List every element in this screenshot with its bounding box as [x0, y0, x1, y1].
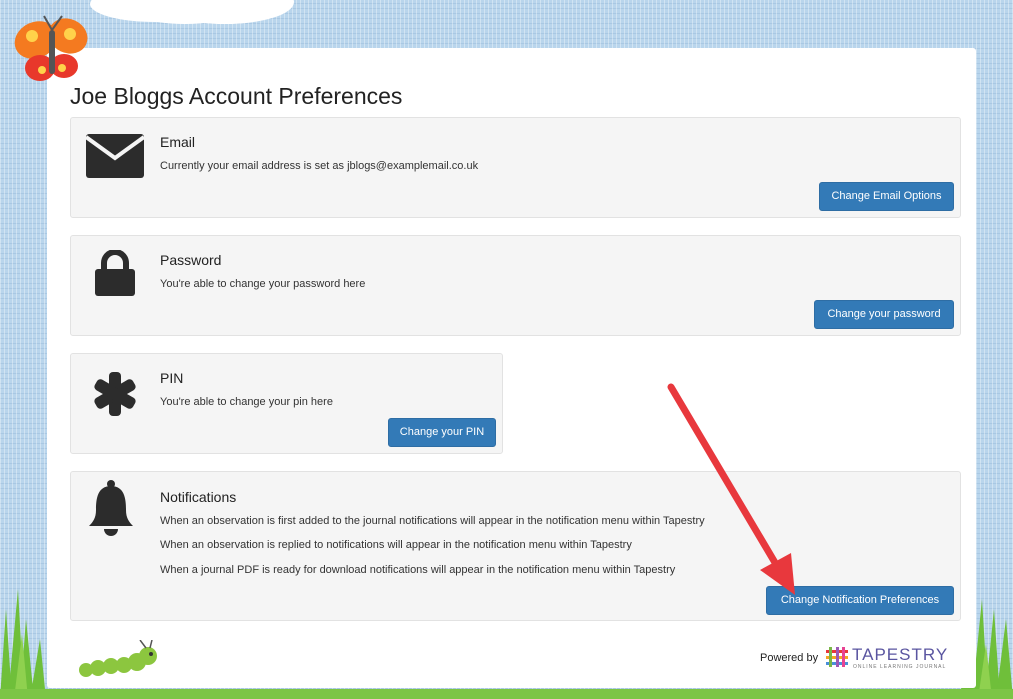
email-card: Email Currently your email address is se… [70, 117, 961, 218]
powered-by-label: Powered by [760, 652, 819, 664]
change-password-button[interactable]: Change your password [814, 300, 954, 329]
change-email-options-button[interactable]: Change Email Options [819, 182, 954, 211]
notifications-heading: Notifications [160, 489, 237, 505]
pin-description: You're able to change your pin here [160, 396, 333, 408]
tapestry-grid-icon [826, 647, 848, 667]
page-title: Joe Bloggs Account Preferences [70, 83, 403, 109]
tapestry-logo: TAPESTRY ONLINE LEARNING JOURNAL [826, 645, 947, 673]
tapestry-tagline: ONLINE LEARNING JOURNAL [853, 664, 947, 670]
notification-description-1: When an observation is first added to th… [160, 515, 705, 527]
change-pin-button[interactable]: Change your PIN [388, 418, 496, 447]
email-heading: Email [160, 134, 196, 150]
pin-card: PIN You're able to change your pin here … [70, 353, 503, 454]
tapestry-wordmark: TAPESTRY [852, 645, 949, 664]
password-heading: Password [160, 252, 222, 268]
password-card: Password You're able to change your pass… [70, 235, 961, 336]
caterpillar-decoration [79, 640, 157, 677]
pin-heading: PIN [160, 370, 184, 386]
change-notification-preferences-button[interactable]: Change Notification Preferences [766, 586, 954, 615]
envelope-icon [86, 134, 144, 178]
notifications-card: Notifications When an observation is fir… [70, 471, 961, 621]
password-description: You're able to change your password here [160, 278, 366, 290]
lock-icon [95, 250, 135, 296]
notification-description-3: When a journal PDF is ready for download… [160, 564, 676, 576]
bell-icon [89, 480, 133, 536]
email-description: Currently your email address is set as j… [160, 160, 479, 172]
asterisk-icon [94, 372, 136, 416]
butterfly-logo [14, 15, 88, 81]
cloud-decoration [110, 0, 260, 24]
notification-description-2: When an observation is replied to notifi… [160, 539, 632, 551]
